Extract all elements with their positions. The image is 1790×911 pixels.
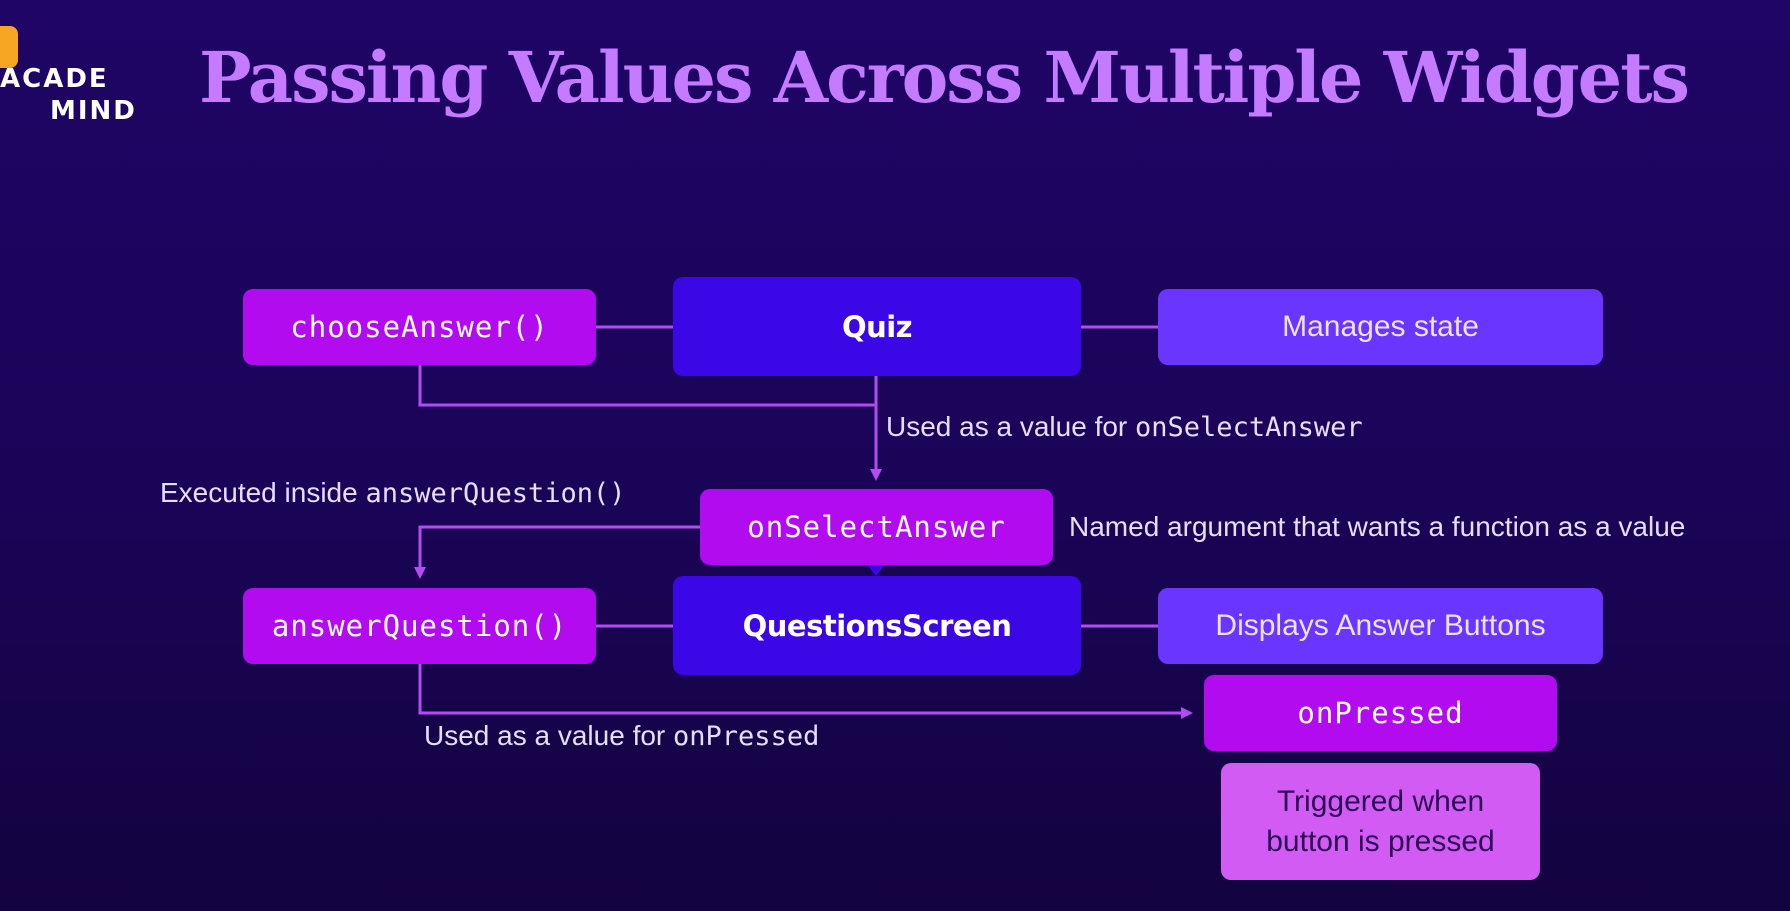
on-select-answer-node: onSelectAnswer (700, 489, 1053, 565)
note-used-as-value-onpressed: Used as a value for onPressed (424, 720, 819, 752)
triggered-when-pressed-node: Triggered when button is pressed (1221, 763, 1540, 880)
note-code: answerQuestion() (365, 478, 626, 509)
answer-question-node: answerQuestion() (243, 588, 596, 664)
note-executed-inside: Executed inside answerQuestion() (160, 477, 626, 509)
on-pressed-node: onPressed (1204, 675, 1557, 751)
manages-state-node: Manages state (1158, 289, 1603, 365)
note-text: Used as a value for (886, 411, 1136, 442)
questions-screen-node: QuestionsScreen (673, 576, 1081, 675)
note-named-argument: Named argument that wants a function as … (1069, 511, 1686, 542)
note-text: Used as a value for (424, 720, 674, 751)
triggered-line1: Triggered when (1276, 784, 1485, 818)
choose-answer-node: chooseAnswer() (243, 289, 596, 365)
triggered-line2: button is pressed (1266, 824, 1495, 858)
note-used-as-value-onselectanswer: Used as a value for onSelectAnswer (886, 411, 1363, 443)
displays-answer-buttons-node: Displays Answer Buttons (1158, 588, 1603, 664)
note-code: onPressed (673, 721, 820, 752)
arrow-onselectanswer-to-answerquestion (414, 525, 700, 579)
note-code: onSelectAnswer (1135, 412, 1363, 443)
note-text: Executed inside (160, 477, 366, 508)
quiz-node: Quiz (673, 277, 1081, 376)
onselectanswer-pointer-icon (868, 566, 884, 576)
